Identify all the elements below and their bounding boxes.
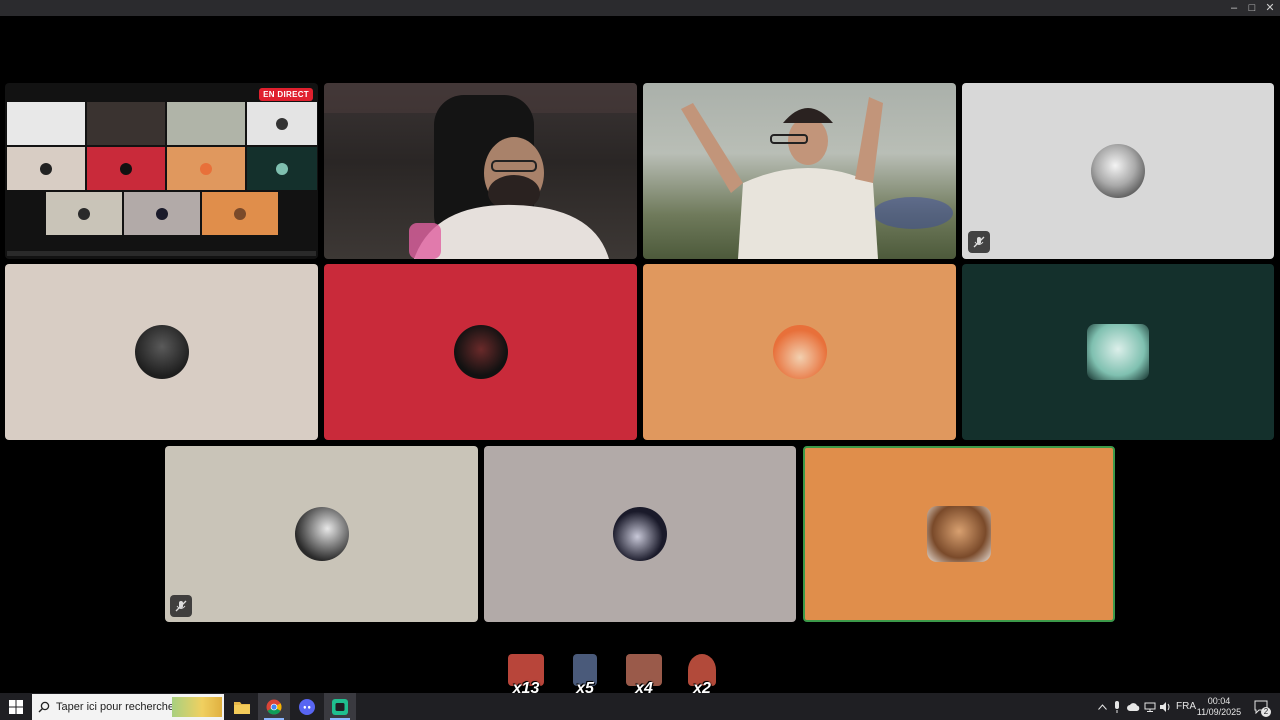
minimize-button[interactable]: – (1224, 0, 1244, 16)
input-language[interactable]: FRA (1174, 693, 1198, 720)
mic-muted-icon (968, 231, 990, 253)
avatar (613, 507, 667, 561)
screen-share-tile[interactable]: EN DIRECT (5, 83, 318, 259)
mini-tile (247, 147, 317, 190)
taskbar-clock[interactable]: 00:04 11/09/2025 (1196, 696, 1242, 718)
clock-date: 11/09/2025 (1196, 707, 1242, 717)
mini-tile (124, 192, 200, 235)
notification-count-badge: 2 (1261, 707, 1271, 717)
person-silhouette (681, 97, 953, 259)
discord-taskbar-button[interactable] (291, 693, 323, 720)
notification-center-icon[interactable]: 2 (1250, 693, 1274, 720)
taskbar-search-box[interactable]: Taper ici pour rechercher (32, 694, 224, 720)
mini-tile-video1 (87, 102, 165, 145)
avatar (772, 325, 827, 379)
onedrive-cloud-icon[interactable] (1125, 693, 1141, 720)
discord-icon (299, 698, 315, 715)
file-explorer-taskbar-button[interactable] (226, 693, 258, 720)
person-silhouette (324, 83, 637, 259)
reaction-emoji[interactable]: x2 (680, 654, 724, 698)
avatar (927, 506, 991, 562)
participant-tile[interactable] (5, 264, 318, 440)
chrome-icon (266, 699, 282, 714)
chrome-taskbar-button[interactable] (258, 693, 290, 720)
avatar (453, 325, 508, 379)
video-tile-2[interactable] (643, 83, 956, 259)
discord-call-taskbar-button[interactable] (324, 693, 356, 720)
window-titlebar: – □ ✕ (0, 0, 1280, 16)
mini-tile (7, 147, 85, 190)
mini-tile-video2 (167, 102, 245, 145)
mic-muted-icon (170, 595, 192, 617)
folder-icon (234, 701, 250, 714)
participant-tile-gray[interactable] (962, 83, 1274, 259)
app-icon (332, 698, 348, 715)
live-badge: EN DIRECT (259, 88, 313, 101)
mini-tile (46, 192, 122, 235)
participant-tile[interactable] (962, 264, 1274, 440)
start-button[interactable] (0, 693, 32, 720)
microphone-icon[interactable] (1110, 693, 1124, 720)
participant-tile[interactable] (484, 446, 796, 622)
mini-tile-grid (7, 102, 85, 145)
maximize-button[interactable]: □ (1242, 0, 1262, 16)
mini-tile (87, 147, 165, 190)
avatar (134, 325, 189, 379)
mini-tile-gray (247, 102, 317, 145)
mini-tile (202, 192, 278, 235)
search-placeholder: Taper ici pour rechercher (56, 701, 178, 713)
network-icon[interactable] (1142, 693, 1158, 720)
avatar (1087, 324, 1149, 380)
windows-taskbar: Taper ici pour rechercher FRA 00:04 11/0… (0, 693, 1280, 720)
volume-icon[interactable] (1158, 693, 1174, 720)
avatar (1091, 144, 1145, 198)
tray-overflow-chevron-icon[interactable] (1094, 693, 1110, 720)
windows-logo-icon (9, 699, 23, 714)
mini-tile (167, 147, 245, 190)
reaction-emoji[interactable]: x4 (622, 654, 666, 698)
clock-time: 00:04 (1207, 696, 1231, 706)
reaction-emoji[interactable]: x13 (504, 654, 548, 698)
search-highlight-icon (172, 697, 222, 717)
search-icon (38, 701, 50, 713)
close-button[interactable]: ✕ (1260, 0, 1280, 16)
mini-taskbar (7, 251, 316, 256)
participant-tile[interactable] (165, 446, 478, 622)
participant-tile[interactable] (643, 264, 956, 440)
reaction-emoji[interactable]: x5 (563, 654, 607, 698)
video-tile-1[interactable] (324, 83, 637, 259)
participant-tile[interactable] (324, 264, 637, 440)
avatar (294, 507, 349, 561)
participant-tile-speaking[interactable] (803, 446, 1115, 622)
